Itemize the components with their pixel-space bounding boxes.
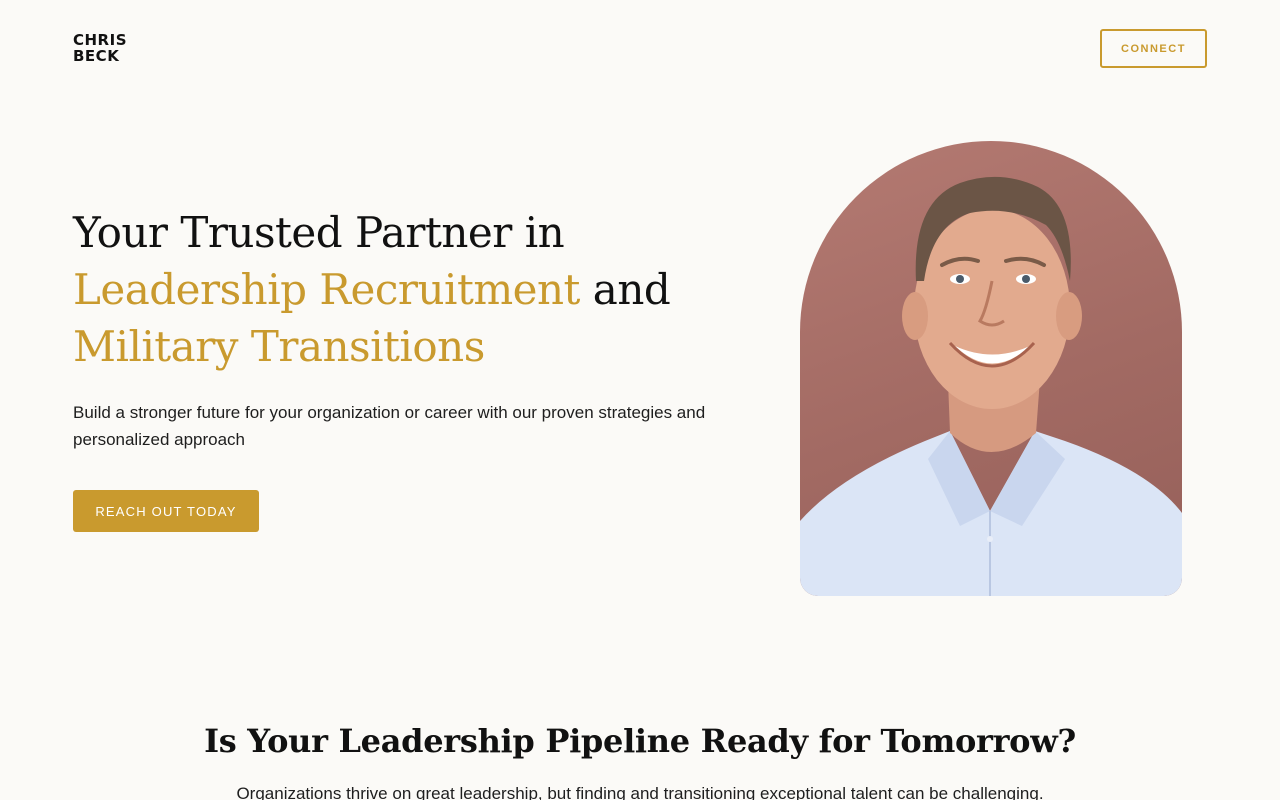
logo-line-first: CHRIS xyxy=(73,31,127,49)
hero-title: Your Trusted Partner in Leadership Recrui… xyxy=(73,204,713,375)
logo-line-last: BECK xyxy=(73,47,120,65)
section-subtitle: Organizations thrive on great leadership… xyxy=(236,784,1044,800)
hero-title-highlight-transitions: Military Transitions xyxy=(73,322,485,371)
page: CHRIS BECK CONNECT Your Trusted Partner … xyxy=(0,0,1280,800)
section-title: Is Your Leadership Pipeline Ready for To… xyxy=(204,722,1076,760)
portrait-illustration xyxy=(800,176,1182,596)
reach-out-button[interactable]: REACH OUT TODAY xyxy=(73,490,259,532)
hero-title-and: and xyxy=(592,265,671,314)
connect-button[interactable]: CONNECT xyxy=(1100,29,1207,68)
portrait-photo xyxy=(800,141,1182,596)
hero-subtitle: Build a stronger future for your organiz… xyxy=(73,403,706,449)
logo[interactable]: CHRIS BECK xyxy=(73,32,127,64)
hero-title-highlight-recruitment: Leadership Recruitment xyxy=(73,265,580,314)
hero-title-part1: Your Trusted Partner in xyxy=(73,208,565,257)
